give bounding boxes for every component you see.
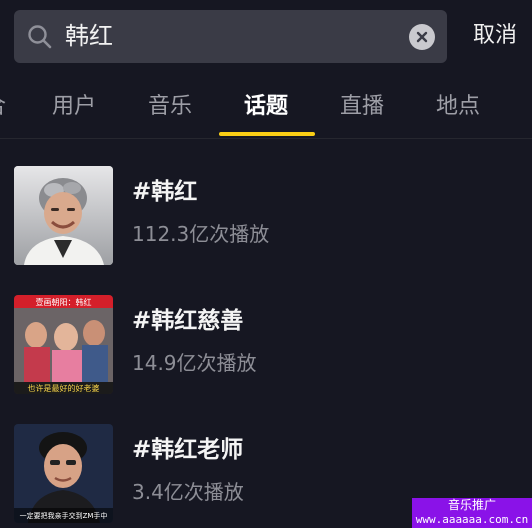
topic-thumbnail: 一定要把我亲手交到ZM手中 — [14, 424, 113, 523]
topic-title: #韩红 — [132, 179, 198, 205]
clear-icon[interactable] — [409, 24, 435, 50]
active-tab-indicator — [219, 132, 315, 136]
topic-play-count: 14.9亿次播放 — [132, 351, 257, 375]
search-icon — [26, 23, 54, 51]
result-tabs: 合 用户 音乐 话题 直播 地点 — [0, 80, 532, 138]
tabs-divider — [0, 138, 532, 139]
tab-topics[interactable]: 话题 — [244, 92, 288, 122]
tab-live[interactable]: 直播 — [340, 92, 384, 122]
tab-places[interactable]: 地点 — [436, 92, 480, 122]
topic-item[interactable]: #韩红 112.3亿次播放 — [0, 166, 532, 266]
watermark-url: www.aaaaaa.com.cn — [415, 513, 529, 526]
topic-thumbnail: 壹画朝阳：韩红 也许是最好的好老婆 — [14, 295, 113, 394]
tab-music[interactable]: 音乐 — [148, 92, 192, 122]
tab-partial-left[interactable]: 合 — [0, 92, 6, 122]
watermark-badge: 音乐推广 www.aaaaaa.com.cn — [412, 498, 532, 528]
thumb-top-caption: 壹画朝阳：韩红 — [36, 297, 92, 307]
thumb-bottom-caption: 也许是最好的好老婆 — [28, 383, 100, 393]
search-query-text[interactable]: 韩红 — [65, 20, 113, 52]
topic-play-count: 112.3亿次播放 — [132, 222, 270, 246]
search-input[interactable]: 韩红 — [14, 10, 447, 63]
thumb-caption: 一定要把我亲手交到ZM手中 — [20, 511, 108, 520]
tab-users[interactable]: 用户 — [52, 92, 96, 122]
topic-title: #韩红慈善 — [132, 308, 244, 334]
topic-thumbnail — [14, 166, 113, 265]
topic-item[interactable]: 壹画朝阳：韩红 也许是最好的好老婆 #韩红慈善 14.9亿次播放 — [0, 295, 532, 395]
watermark-title: 音乐推广 — [447, 498, 496, 512]
search-header: 韩红 取消 — [0, 0, 532, 72]
search-results-page: 韩红 取消 合 用户 音乐 话题 直播 地点 — [0, 0, 532, 528]
cancel-button[interactable]: 取消 — [473, 20, 517, 52]
topic-title: #韩红老师 — [132, 437, 244, 463]
topic-play-count: 3.4亿次播放 — [132, 480, 244, 504]
